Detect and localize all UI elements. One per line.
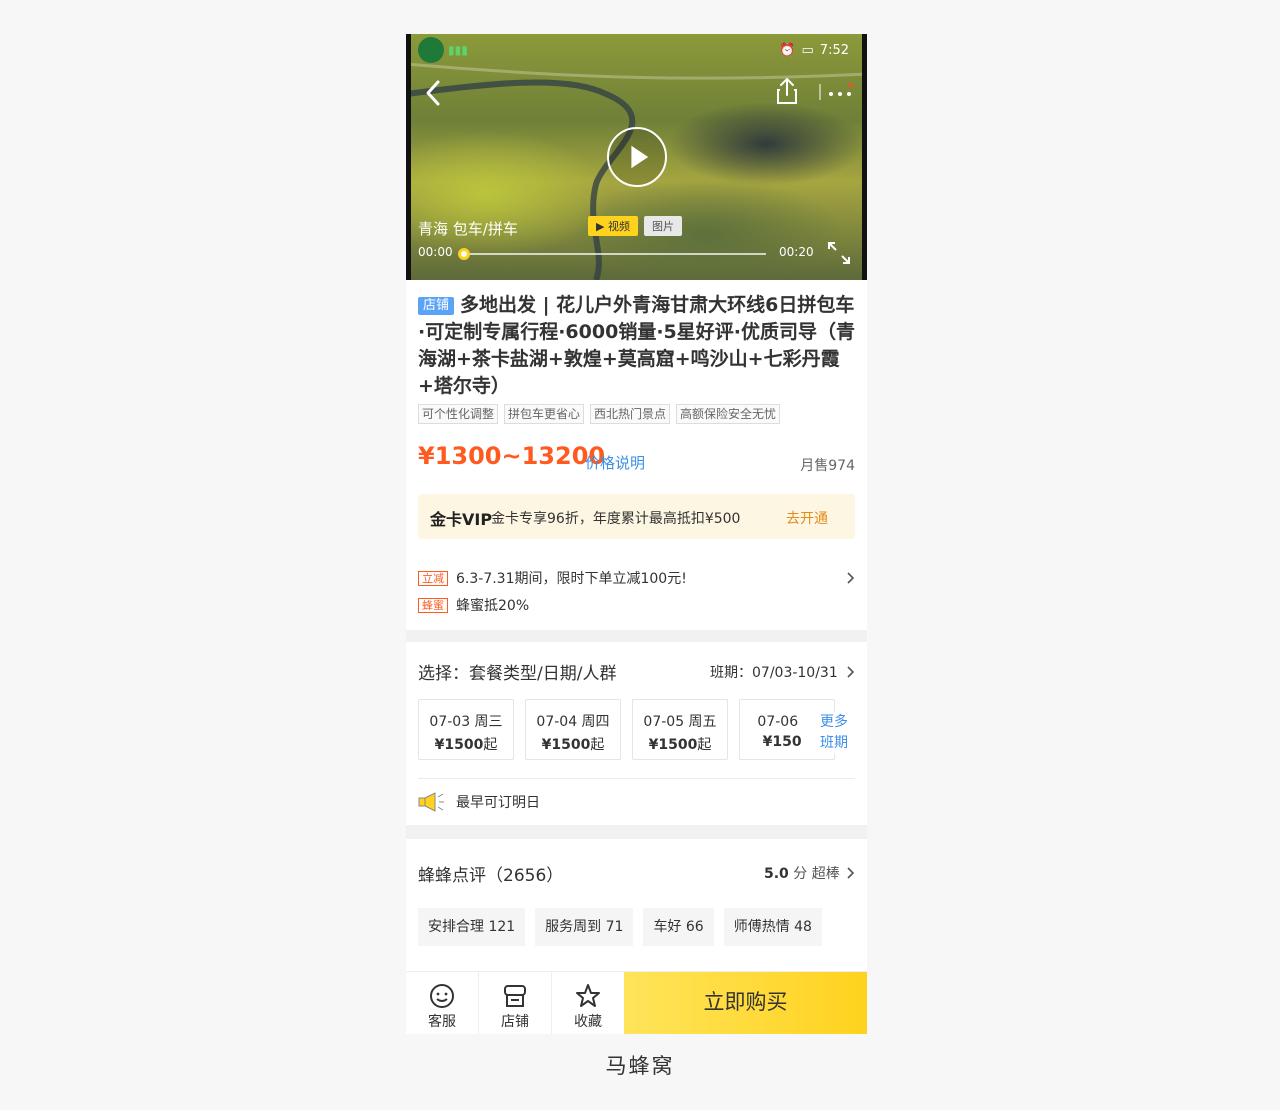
- promotion-row[interactable]: 立减 6.3-7.31期间，限时下单立减100元!: [418, 569, 687, 587]
- divider: [418, 778, 855, 779]
- alarm-icon: ⏰: [779, 42, 796, 58]
- review-tag[interactable]: 车好 66: [643, 908, 714, 946]
- shop-badge: 店铺: [418, 297, 455, 315]
- share-icon[interactable]: [774, 76, 800, 106]
- signal-icon: ▮▮▮: [448, 43, 468, 57]
- video-progress-knob[interactable]: [458, 248, 470, 260]
- favorite-button[interactable]: 收藏: [552, 972, 625, 1034]
- earliest-text: 最早可订明日: [456, 795, 540, 811]
- favorite-label: 收藏: [574, 1014, 602, 1030]
- promo-text: 蜂蜜抵20%: [456, 598, 530, 614]
- price-explanation-link[interactable]: 价格说明: [585, 452, 645, 473]
- media-tabs: ▶ 视频 图片: [588, 216, 682, 236]
- time-current: 00:00: [418, 245, 453, 259]
- date-label: 07-05 周五: [643, 714, 717, 730]
- product-title-text: 多地出发 | 花儿户外青海甘肃大环线6日拼包车·可定制专属行程·6000销量·5…: [418, 294, 855, 397]
- chevron-right-icon[interactable]: [846, 571, 856, 585]
- phone-screen: ▮▮▮ ⏰ ▭ 7:52 青海 包车/拼车 ▶ 视频 图片 00:00 00:2…: [406, 34, 867, 1034]
- hero-caption: 青海 包车/拼车: [418, 220, 518, 238]
- footer-caption: 马蜂窝: [605, 1054, 675, 1078]
- review-tag[interactable]: 师傅热情 48: [723, 908, 822, 946]
- section-separator: [406, 630, 867, 642]
- smiley-icon: [430, 984, 454, 1008]
- selection-title[interactable]: 选择：套餐类型/日期/人群: [418, 659, 616, 684]
- feature-tag: 可个性化调整: [418, 404, 499, 424]
- vip-text: 金卡专享96折，年度累计最高抵扣¥500: [491, 511, 741, 527]
- product-title: 店铺 多地出发 | 花儿户外青海甘肃大环线6日拼包车·可定制专属行程·6000销量…: [418, 292, 858, 400]
- earliest-booking: 最早可订明日: [418, 792, 540, 812]
- back-icon[interactable]: [420, 76, 448, 110]
- schedule-range: 班期：07/03-10/31: [710, 665, 838, 681]
- customer-service-button[interactable]: 客服: [406, 972, 479, 1034]
- status-time: 7:52: [819, 42, 849, 58]
- date-card[interactable]: 07-04 周四 ¥1500起: [525, 699, 621, 760]
- promotion-row: 蜂蜜 蜂蜜抵20%: [418, 596, 529, 614]
- app-logo-icon: [418, 37, 444, 63]
- review-score-value: 5.0: [764, 866, 789, 882]
- battery-icon: ▭: [801, 42, 814, 58]
- promo-badge: 蜂蜜: [418, 597, 448, 613]
- status-right: ⏰ ▭ 7:52: [779, 43, 849, 58]
- customer-service-label: 客服: [428, 1014, 456, 1030]
- video-edge-left: [406, 34, 411, 280]
- vip-logo: 金卡VIP: [430, 510, 493, 529]
- shop-label: 店铺: [501, 1014, 529, 1030]
- date-options: 07-03 周三 ¥1500起 07-04 周四 ¥1500起 07-05 周五…: [418, 699, 835, 760]
- review-score-suffix: 分 超棒: [793, 866, 840, 882]
- vip-activate-link[interactable]: 去开通: [786, 508, 828, 528]
- video-player[interactable]: ▮▮▮ ⏰ ▭ 7:52 青海 包车/拼车 ▶ 视频 图片 00:00 00:2…: [406, 34, 867, 280]
- date-label: 07-03 周三: [429, 714, 503, 730]
- time-total: 00:20: [779, 245, 814, 259]
- status-bar: ▮▮▮ ⏰ ▭ 7:52: [418, 37, 849, 63]
- date-price: ¥1500起: [648, 737, 712, 753]
- video-progress-track[interactable]: [462, 253, 766, 255]
- video-edge-right: [862, 34, 867, 280]
- feature-tags: 可个性化调整 拼包车更省心 西北热门景点 高额保险安全无忧: [418, 404, 781, 424]
- play-icon[interactable]: [607, 127, 667, 187]
- more-dates-line1: 更多: [820, 714, 848, 730]
- megaphone-icon: [418, 792, 444, 812]
- tab-images[interactable]: 图片: [643, 216, 682, 236]
- bottom-action-bar: 客服 店铺 收藏 立即购买: [406, 971, 867, 1034]
- date-card[interactable]: 07-05 周五 ¥1500起: [632, 699, 728, 760]
- date-price: ¥1500起: [434, 737, 498, 753]
- price: ¥1300~13200: [418, 442, 606, 470]
- monthly-sales: 月售974: [800, 458, 855, 474]
- promo-text: 6.3-7.31期间，限时下单立减100元!: [456, 571, 687, 587]
- feature-tag: 高额保险安全无忧: [676, 404, 781, 424]
- chevron-right-icon[interactable]: [846, 866, 856, 880]
- section-separator: [406, 825, 867, 839]
- promo-badge: 立减: [418, 570, 448, 586]
- review-tag[interactable]: 服务周到 71: [535, 908, 634, 946]
- shop-icon: [504, 985, 526, 1007]
- more-dates-button[interactable]: 更多 班期: [802, 712, 854, 754]
- buy-now-button[interactable]: 立即购买: [624, 972, 867, 1034]
- feature-tag: 拼包车更省心: [504, 404, 585, 424]
- more-icon[interactable]: [818, 82, 854, 102]
- chevron-right-icon[interactable]: [846, 665, 856, 679]
- feature-tag: 西北热门景点: [590, 404, 671, 424]
- review-tag[interactable]: 安排合理 121: [418, 908, 526, 946]
- review-tags: 安排合理 121 服务周到 71 车好 66 师傅热情 48: [418, 908, 822, 946]
- date-price: ¥1500起: [541, 737, 605, 753]
- status-left: ▮▮▮: [418, 37, 468, 63]
- more-dates-line2: 班期: [820, 735, 848, 751]
- date-card[interactable]: 07-03 周三 ¥1500起: [418, 699, 514, 760]
- shop-button[interactable]: 店铺: [479, 972, 552, 1034]
- tab-video[interactable]: ▶ 视频: [588, 216, 638, 236]
- star-icon: [576, 984, 600, 1007]
- date-label: 07-04 周四: [536, 714, 610, 730]
- review-score[interactable]: 5.0 分 超棒: [764, 863, 840, 883]
- price-row: ¥1300~13200 价格说明 月售974: [418, 442, 855, 476]
- vip-banner[interactable]: 金卡VIP 金卡专享96折，年度累计最高抵扣¥500 去开通: [418, 494, 855, 539]
- fullscreen-icon[interactable]: [826, 240, 852, 266]
- reviews-title[interactable]: 蜂蜂点评（2656）: [418, 861, 563, 886]
